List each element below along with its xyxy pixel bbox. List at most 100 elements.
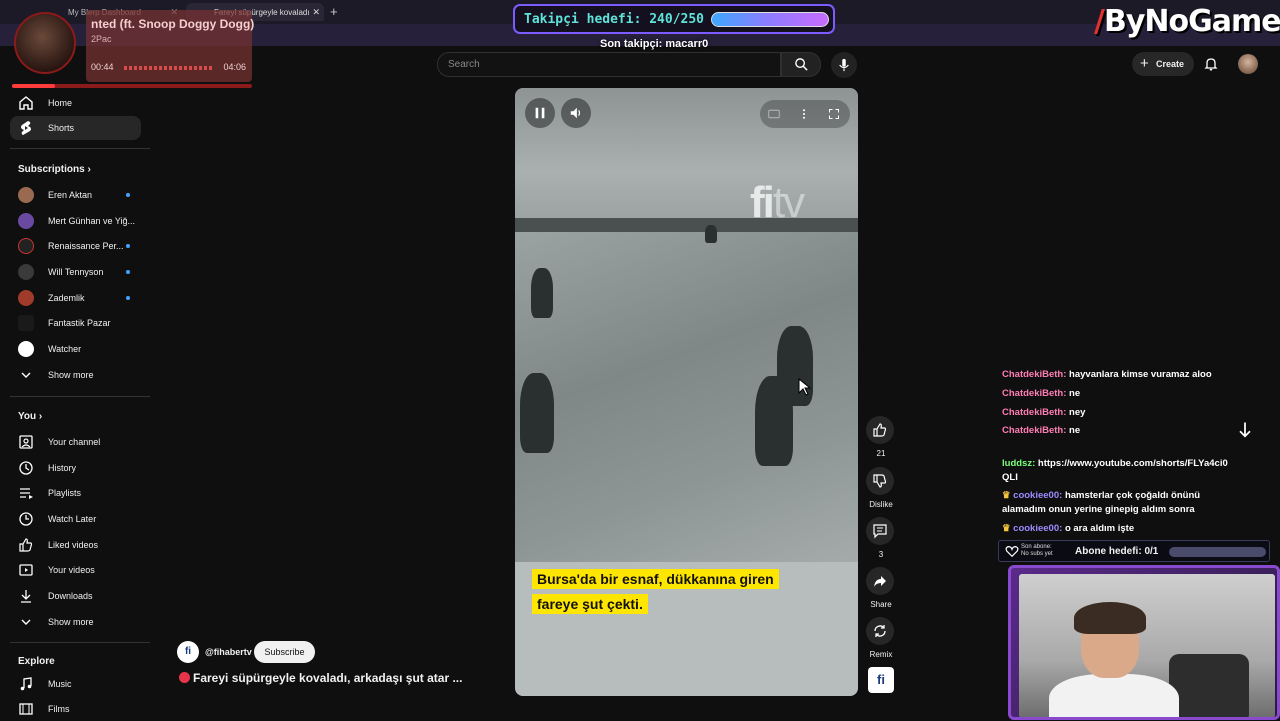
follower-goal-text: Takipçi hedefi: 240/250 (524, 12, 705, 27)
sidebar-item-home[interactable]: Home (10, 91, 141, 115)
divider (10, 642, 150, 643)
sidebar-item-label: Your videos (48, 565, 95, 575)
divider (10, 396, 150, 397)
webcam-feed (1008, 565, 1280, 720)
sidebar-item-shorts[interactable]: Shorts (10, 116, 141, 140)
shorts-icon (21, 121, 31, 135)
channel-avatar (18, 290, 34, 306)
webcam-person-body (1049, 674, 1179, 717)
volume-icon (570, 107, 581, 119)
clock-icon (19, 512, 33, 526)
channel-thumbnail[interactable]: fi (868, 667, 894, 693)
remix-button[interactable]: Remix (866, 617, 896, 659)
video-title[interactable]: Fareyi süpürgeyle kovaladı, arkadaşı şut… (179, 671, 462, 685)
channel-avatar (18, 264, 34, 280)
voice-search-button[interactable] (831, 52, 857, 78)
comments-button[interactable]: 3 (866, 517, 896, 559)
chat-message: ChatdekiBeth: ney (1002, 407, 1086, 418)
sidebar-item-subscription[interactable]: Renaissance Per... (10, 234, 141, 258)
new-content-dot (126, 193, 130, 197)
sidebar-item-label: Shorts (48, 123, 75, 133)
share-button[interactable]: Share (866, 567, 896, 609)
song-artist: 2Pac (91, 34, 112, 44)
bell-icon[interactable] (1203, 56, 1219, 72)
new-content-dot (126, 244, 130, 248)
create-button[interactable]: + Create (1132, 52, 1194, 76)
sidebar-item-label: Your channel (48, 437, 101, 447)
channel-handle[interactable]: @fihabertv (205, 647, 252, 657)
webcam-chair (1169, 654, 1249, 717)
channel-avatar[interactable]: fi (177, 641, 199, 663)
sidebar-item-downloads[interactable]: Downloads (10, 584, 141, 608)
more-options-icon[interactable] (798, 108, 810, 120)
sidebar-item-subscription[interactable]: Fantastik Pazar (10, 311, 141, 335)
like-button[interactable]: 21 (866, 416, 896, 458)
film-icon (19, 703, 33, 715)
sidebar-item-subscription[interactable]: Zademlik (10, 286, 141, 310)
channel-avatar (18, 187, 34, 203)
sidebar-item-subscription[interactable]: Watcher (10, 337, 141, 361)
sidebar-item-watch-later[interactable]: Watch Later (10, 507, 141, 531)
you-heading[interactable]: You › (18, 411, 42, 422)
show-more-button[interactable]: Show more (10, 363, 141, 387)
share-icon (874, 576, 886, 587)
subscriber-goal-bar: Son abone: No subs yet Abone hedefi: 0/1 (998, 540, 1270, 562)
plus-icon: + (1140, 55, 1149, 72)
channel-avatar (18, 238, 34, 254)
subscribe-button[interactable]: Subscribe (254, 641, 315, 663)
sidebar-item-films[interactable]: Films (10, 697, 141, 721)
sidebar-item-your-channel[interactable]: Your channel (10, 430, 141, 454)
song-progress-bar (12, 84, 252, 88)
video-caption-line-2: fareye şut çekti. (532, 594, 648, 614)
history-icon (19, 461, 33, 475)
video-person (520, 373, 554, 453)
subscriber-goal-progress (1169, 547, 1266, 557)
channel-avatar (18, 213, 34, 229)
pause-button[interactable] (525, 98, 555, 128)
dislike-button[interactable]: Dislike (866, 467, 896, 509)
last-follower: Son takipçi: macarr0 (600, 38, 709, 50)
sidebar-item-history[interactable]: History (10, 456, 141, 480)
avatar[interactable] (1238, 54, 1258, 74)
channel-avatar (18, 341, 34, 357)
search-input[interactable] (438, 53, 780, 76)
song-progress (124, 66, 214, 70)
search-icon (795, 58, 808, 71)
fullscreen-icon[interactable] (828, 108, 840, 120)
video-frame-roof (515, 218, 858, 232)
sidebar-item-playlists[interactable]: Playlists (10, 481, 141, 505)
close-tab-icon[interactable]: ✕ (312, 7, 320, 18)
sidebar: Home Shorts Subscriptions › Eren Aktan M… (0, 90, 152, 720)
home-icon (19, 96, 33, 110)
subscriber-goal-text: Abone hedefi: 0/1 (1075, 546, 1159, 557)
sidebar-item-label: Mert Günhan ve Yiğ... (48, 216, 136, 226)
sidebar-item-label: Watcher (48, 344, 82, 354)
volume-button[interactable] (561, 98, 591, 128)
video-person (755, 376, 793, 466)
sidebar-item-subscription[interactable]: Eren Aktan (10, 183, 141, 207)
search-button[interactable] (781, 52, 821, 77)
channel-icon (19, 435, 33, 449)
sidebar-item-label: Films (48, 704, 70, 714)
comment-icon (873, 524, 887, 539)
sidebar-item-label: History (48, 463, 77, 473)
sidebar-item-subscription[interactable]: Mert Günhan ve Yiğ... (10, 209, 141, 233)
brand-logo: /ByNoGame (1094, 4, 1280, 39)
captions-icon[interactable] (768, 108, 780, 120)
new-tab-button[interactable]: + (330, 4, 338, 19)
now-playing-widget: nted (ft. Snoop Doggy Dogg) 2Pac 00:44 0… (0, 10, 254, 88)
arrow-down-icon[interactable] (1235, 420, 1255, 440)
thumbs-up-icon (19, 538, 33, 552)
sidebar-item-your-videos[interactable]: Your videos (10, 558, 141, 582)
subscriptions-heading[interactable]: Subscriptions › (18, 164, 91, 175)
video-caption-line-1: Bursa'da bir esnaf, dükkanına giren (532, 569, 779, 589)
search-box[interactable] (437, 52, 781, 77)
sidebar-item-label: Music (48, 679, 72, 689)
sidebar-item-label: Renaissance Per... (48, 241, 124, 251)
chat-message: luddsz: https://www.youtube.com/shorts/F… (1002, 458, 1228, 483)
show-more-button[interactable]: Show more (10, 610, 141, 634)
sidebar-item-liked-videos[interactable]: Liked videos (10, 533, 141, 557)
sidebar-item-subscription[interactable]: Will Tennyson (10, 260, 141, 284)
sidebar-item-music[interactable]: Music (10, 672, 141, 696)
follower-goal-overlay: Takipçi hedefi: 240/250 (513, 4, 835, 34)
